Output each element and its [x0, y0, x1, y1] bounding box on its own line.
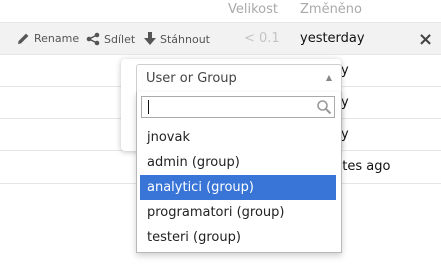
file-size: < 0.1: [244, 31, 280, 46]
triangle-up-icon: ▲: [325, 73, 332, 82]
download-icon: [144, 32, 156, 45]
text-caret: [148, 100, 149, 114]
rename-action[interactable]: Rename: [17, 32, 79, 45]
select-placeholder: User or Group: [146, 71, 237, 86]
download-label: Stáhnout: [160, 32, 210, 46]
file-modified: y: [341, 63, 349, 78]
search-input[interactable]: [144, 98, 314, 118]
file-modified: utes ago: [334, 159, 391, 174]
share-icon: [86, 32, 100, 46]
option-programatori-group[interactable]: programatori (group): [140, 200, 336, 225]
file-row-selected[interactable]: Rename Sdílet Stáhnout < 0.1 yesterday ×: [0, 22, 441, 55]
column-size-header[interactable]: Velikost: [228, 2, 278, 17]
option-jnovak[interactable]: jnovak: [140, 125, 336, 150]
column-modified-header[interactable]: Změněno: [300, 2, 362, 17]
option-testeri-group[interactable]: testeri (group): [140, 225, 336, 250]
file-modified: y: [341, 127, 349, 142]
search-icon: [317, 100, 332, 115]
file-modified: y: [341, 95, 349, 110]
share-label: Sdílet: [104, 32, 136, 46]
option-analytici-group[interactable]: analytici (group): [140, 175, 336, 200]
option-admin-group[interactable]: admin (group): [140, 150, 336, 175]
pencil-icon: [18, 33, 29, 44]
user-group-select[interactable]: User or Group ▲: [136, 64, 342, 94]
download-action[interactable]: Stáhnout: [144, 32, 210, 46]
file-list-header: Velikost Změněno: [0, 0, 441, 22]
dropdown-search[interactable]: [141, 96, 335, 118]
file-modified: yesterday: [300, 31, 365, 46]
share-action[interactable]: Sdílet: [86, 32, 135, 46]
close-icon[interactable]: ×: [418, 29, 433, 50]
rename-label: Rename: [34, 32, 80, 45]
select-dropdown: jnovak admin (group) analytici (group) p…: [136, 92, 342, 253]
